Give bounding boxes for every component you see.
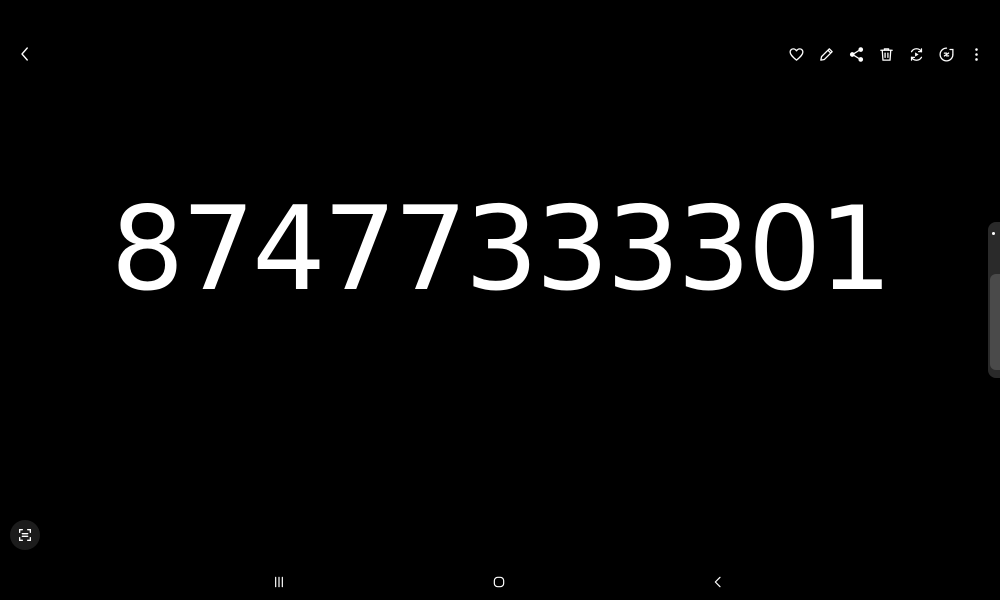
trash-icon: [879, 47, 893, 61]
top-toolbar: [782, 40, 990, 68]
pencil-icon: [819, 47, 833, 61]
chevron-left-icon: [21, 47, 28, 61]
home-button[interactable]: [484, 568, 514, 596]
recents-button[interactable]: [264, 568, 294, 596]
share-button[interactable]: [842, 40, 870, 68]
share-icon: [849, 46, 863, 62]
scan-text-button[interactable]: [10, 520, 40, 550]
more-options-button[interactable]: [962, 40, 990, 68]
edge-panel-dot: [992, 232, 995, 235]
favorite-button[interactable]: [782, 40, 810, 68]
photo-viewer: 87477333301: [0, 0, 1000, 600]
bixby-vision-icon: [938, 46, 954, 62]
edge-panel-segment: [990, 274, 1000, 370]
nav-back-icon: [714, 576, 721, 588]
image-number-text: 87477333301: [110, 182, 893, 317]
edit-button[interactable]: [812, 40, 840, 68]
more-vertical-icon: [974, 47, 978, 61]
heart-icon: [788, 47, 804, 61]
recents-icon: [275, 576, 283, 588]
bixby-vision-button[interactable]: [932, 40, 960, 68]
delete-button[interactable]: [872, 40, 900, 68]
remaster-icon: [910, 47, 922, 61]
home-icon: [493, 576, 505, 588]
back-button[interactable]: [11, 40, 39, 68]
navigation-bar: [0, 564, 1000, 600]
remaster-button[interactable]: [902, 40, 930, 68]
scan-text-icon: [19, 529, 31, 541]
nav-back-button[interactable]: [703, 568, 733, 596]
edge-panel-handle[interactable]: [988, 222, 1000, 378]
